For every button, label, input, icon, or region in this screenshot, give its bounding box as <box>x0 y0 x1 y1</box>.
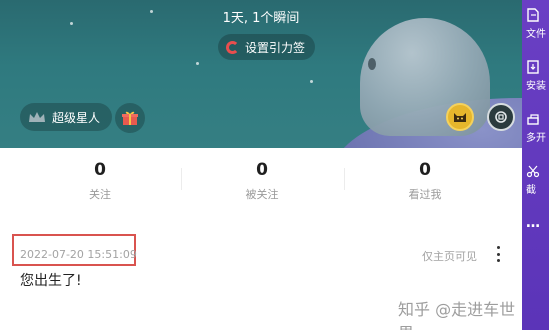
stat-following[interactable]: 0 关注 <box>20 160 180 202</box>
post-timestamp: 2022-07-20 15:51:09 <box>20 248 137 261</box>
rail-item-install[interactable]: 安装 <box>522 60 549 92</box>
rail-label-multi-open: 多开 <box>526 133 546 144</box>
medal-button[interactable] <box>446 103 474 131</box>
dot <box>496 252 500 256</box>
more-options-button[interactable] <box>493 244 503 264</box>
star-decoration <box>196 62 199 65</box>
dot <box>496 246 500 249</box>
vip-label: 超级星人 <box>52 110 101 125</box>
zhihu-watermark: 知乎 @走进车世界 <box>398 300 516 330</box>
set-signature-button[interactable]: 设置引力签 <box>218 34 316 60</box>
scissors-icon <box>526 165 540 178</box>
profile-hero: 1天, 1个瞬间 设置引力签 超级星人 <box>0 0 522 148</box>
vip-badge[interactable]: 超级星人 <box>20 103 113 131</box>
stat-followers[interactable]: 0 被关注 <box>182 160 342 202</box>
crown-icon <box>29 112 45 122</box>
visitors-count: 0 <box>419 160 431 180</box>
cat-face-icon <box>454 113 466 122</box>
rail-label-file: 文件 <box>526 29 546 40</box>
side-toolbar: 文件 安装 多开 截 … <box>522 0 549 330</box>
post-text: 您出生了! <box>20 273 82 289</box>
rail-item-more[interactable]: … <box>522 212 549 231</box>
rail-item-multi-open[interactable]: 多开 <box>522 112 549 144</box>
rail-item-screenshot[interactable]: 截 <box>522 164 549 196</box>
c-logo-icon <box>226 40 239 54</box>
install-icon <box>527 60 539 74</box>
set-signature-label: 设置引力签 <box>245 40 306 55</box>
post-visibility: 仅主页可见 <box>422 250 477 263</box>
dot <box>496 259 500 262</box>
multi-open-icon <box>527 114 539 125</box>
ghost-eye <box>368 58 376 70</box>
gift-icon <box>122 111 138 125</box>
rail-item-file[interactable]: 文件 <box>522 8 549 40</box>
rail-label-install: 安装 <box>526 81 546 92</box>
profile-summary: 1天, 1个瞬间 <box>222 11 300 26</box>
followers-count: 0 <box>256 160 268 180</box>
visitors-label: 看过我 <box>408 188 442 201</box>
followers-label: 被关注 <box>245 188 279 201</box>
file-icon <box>527 8 539 22</box>
star-decoration <box>310 80 313 83</box>
gift-button[interactable] <box>115 103 145 133</box>
following-label: 关注 <box>89 188 111 201</box>
rail-label-screenshot: 截 <box>526 185 536 196</box>
more-icon: … <box>526 215 540 231</box>
moment-post: 2022-07-20 15:51:09 仅主页可见 您出生了! 知乎 @走进车世… <box>0 212 522 330</box>
stat-visitors[interactable]: 0 看过我 <box>345 160 505 202</box>
following-count: 0 <box>94 160 106 180</box>
coin-button[interactable] <box>487 103 515 131</box>
stats-bar: 0 关注 0 被关注 0 看过我 <box>0 148 522 212</box>
coin-icon <box>495 111 507 123</box>
